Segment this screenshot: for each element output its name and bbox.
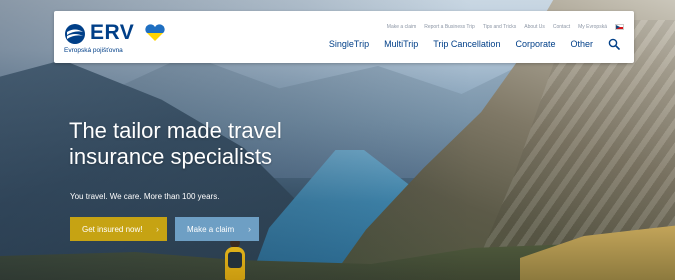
get-insured-button[interactable]: Get insured now! › — [70, 217, 167, 241]
hero-subtitle: You travel. We care. More than 100 years… — [70, 192, 220, 201]
chevron-right-icon: › — [248, 224, 251, 234]
hero-title-line-1: The tailor made travel — [69, 118, 282, 143]
nav-corporate[interactable]: Corporate — [515, 39, 555, 49]
util-tips-tricks[interactable]: Tips and Tricks — [483, 24, 516, 30]
util-my-evropska[interactable]: My Evropská — [578, 24, 607, 30]
nav-multitrip[interactable]: MultiTrip — [384, 39, 418, 49]
util-report-business-trip[interactable]: Report a Business Trip — [424, 24, 475, 30]
make-claim-label: Make a claim — [187, 224, 235, 234]
site-header: ERV Evropská pojišťovna Make a claim Rep… — [54, 11, 634, 63]
nav-other[interactable]: Other — [570, 39, 593, 49]
erv-swoosh-icon — [65, 24, 85, 44]
util-about-us[interactable]: About Us — [524, 24, 545, 30]
brand-tagline: Evropská pojišťovna — [64, 47, 123, 54]
erv-logo[interactable]: ERV Evropská pojišťovna — [64, 21, 184, 57]
chevron-right-icon: › — [156, 224, 159, 234]
util-contact[interactable]: Contact — [553, 24, 570, 30]
get-insured-label: Get insured now! — [82, 224, 143, 234]
nav-trip-cancellation[interactable]: Trip Cancellation — [433, 39, 500, 49]
hiker-figure — [222, 238, 248, 280]
utility-nav: Make a claim Report a Business Trip Tips… — [387, 24, 624, 30]
search-icon[interactable] — [608, 38, 620, 50]
hero-title: The tailor made travel insurance special… — [69, 118, 359, 170]
util-make-claim[interactable]: Make a claim — [387, 24, 416, 30]
ukraine-heart-icon — [145, 24, 165, 42]
czech-flag-icon[interactable] — [615, 24, 624, 30]
nav-singletrip[interactable]: SingleTrip — [329, 39, 369, 49]
hero-title-line-2: insurance specialists — [69, 144, 272, 169]
brand-name: ERV — [90, 21, 135, 44]
main-nav: SingleTrip MultiTrip Trip Cancellation C… — [329, 38, 620, 50]
make-claim-button[interactable]: Make a claim › — [175, 217, 259, 241]
